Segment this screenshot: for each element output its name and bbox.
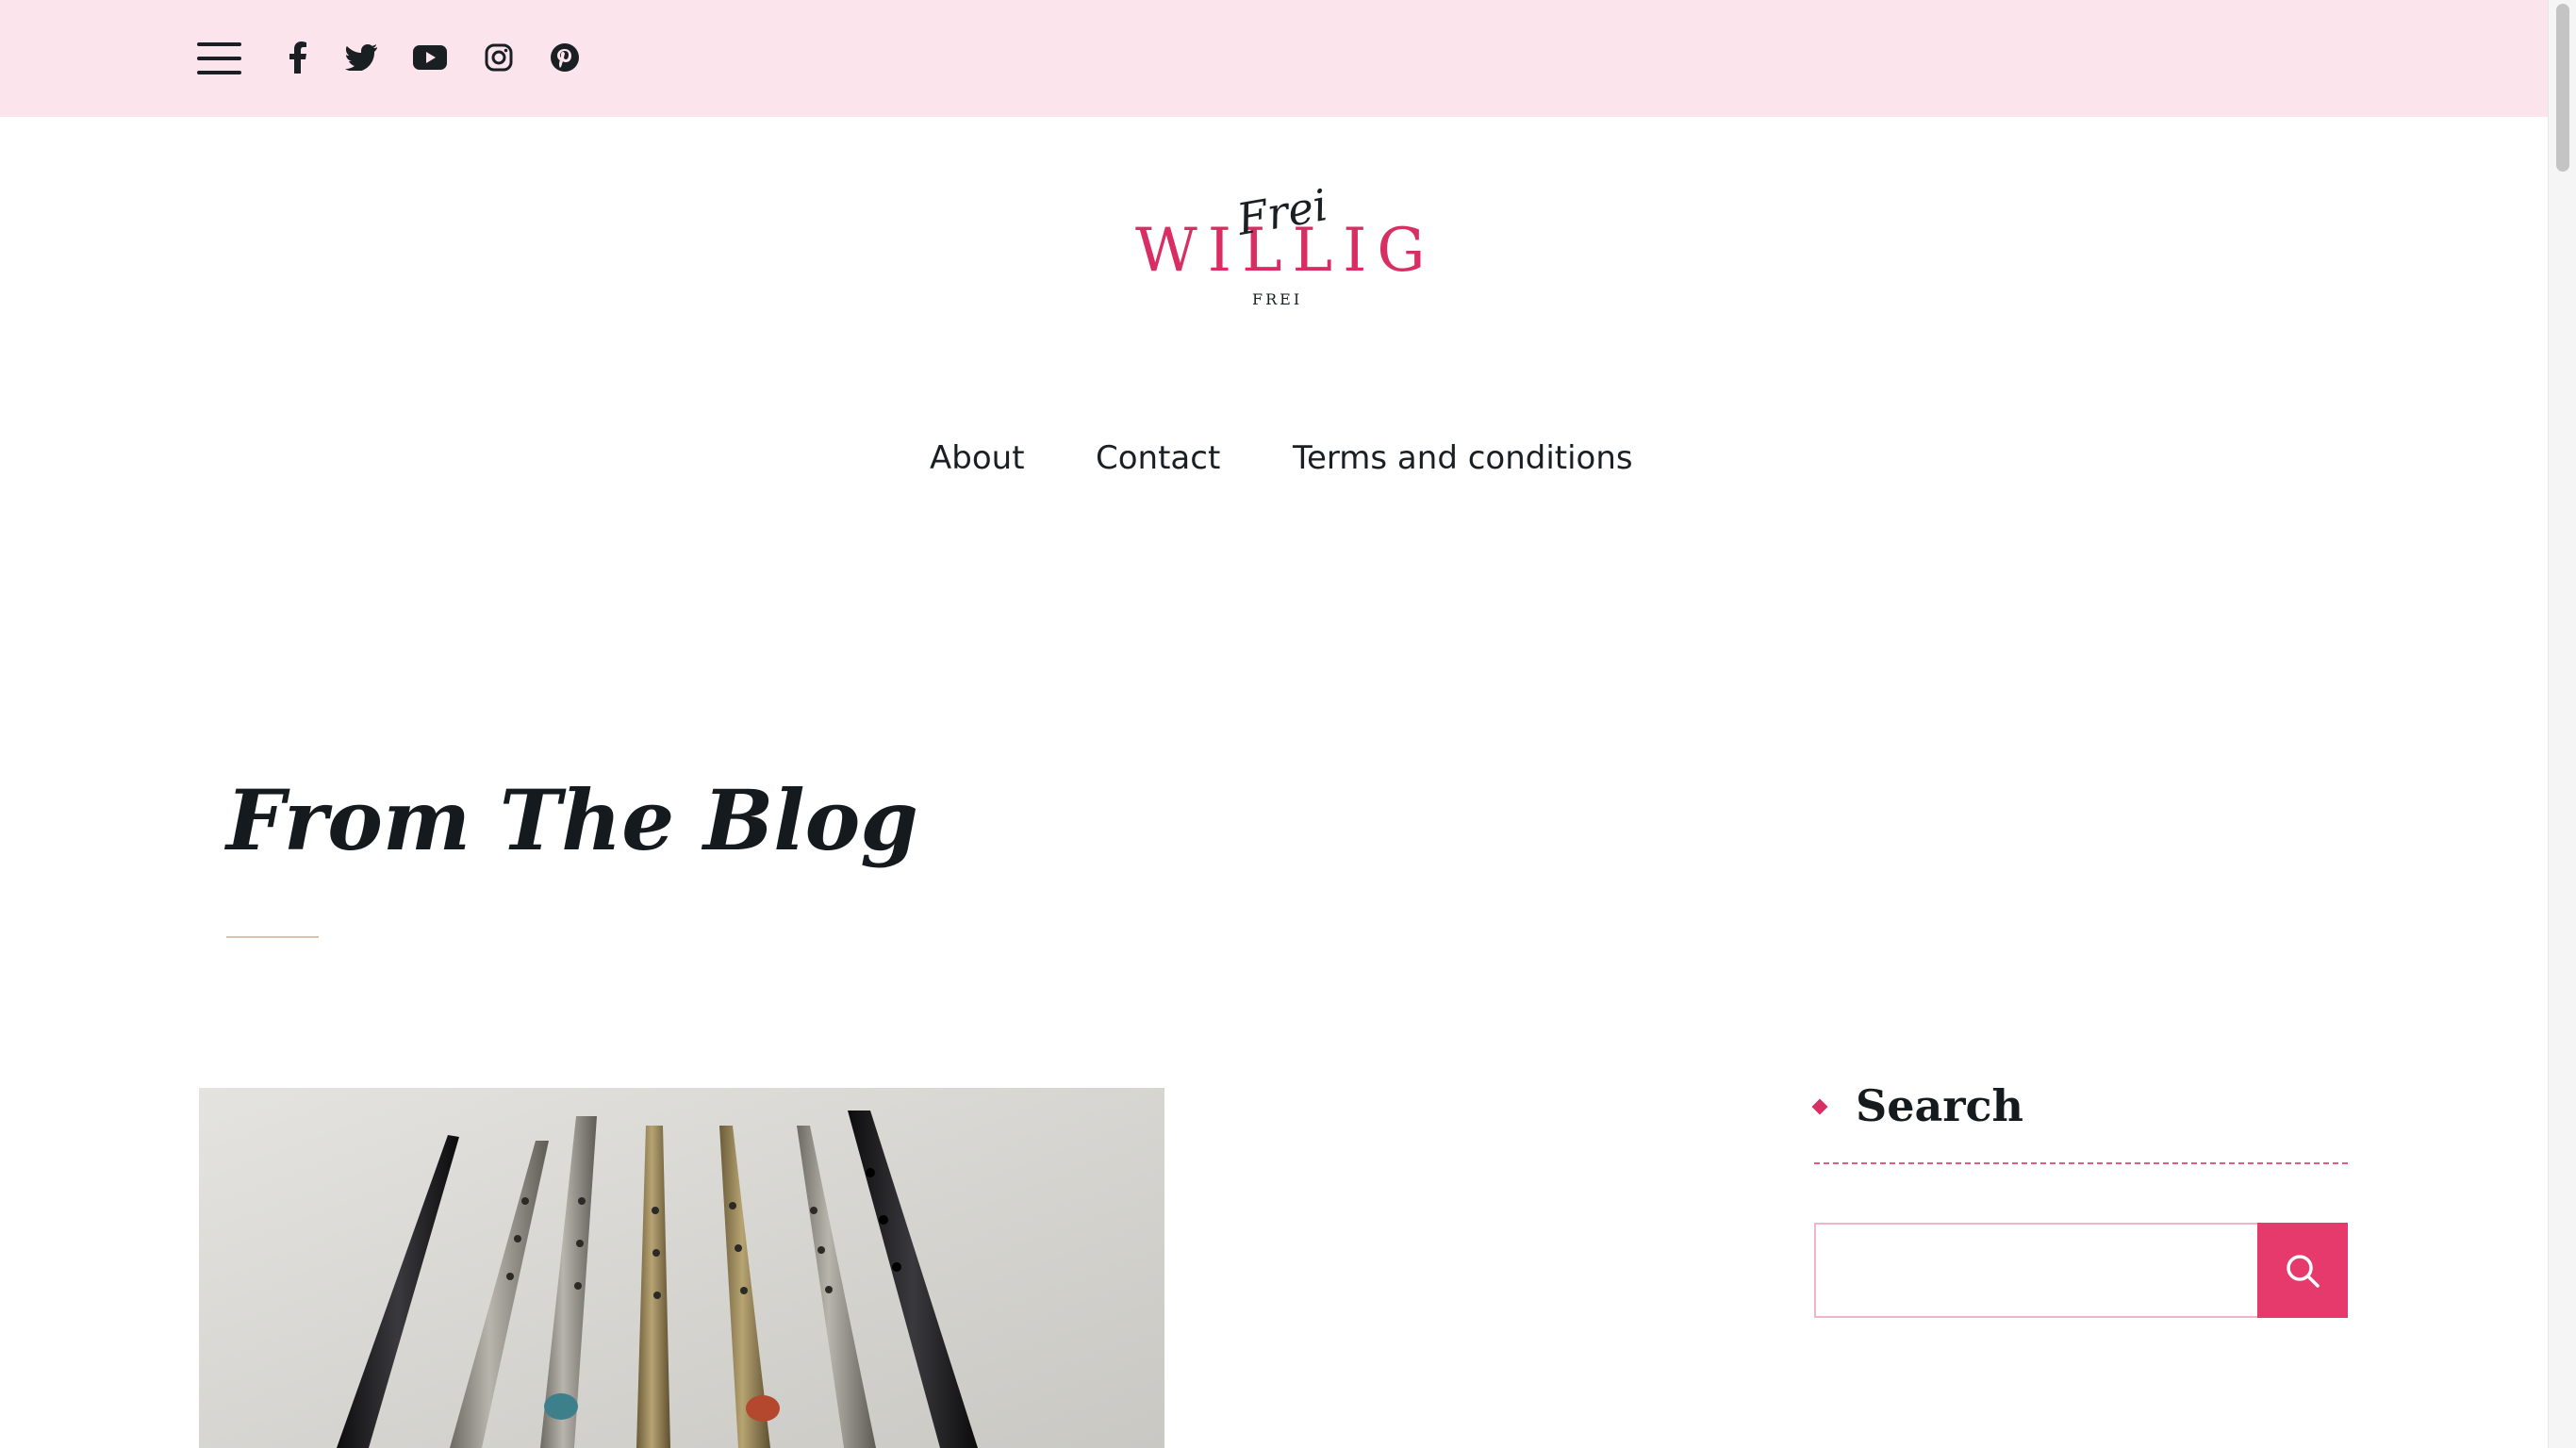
nav-item-contact[interactable]: Contact: [1096, 437, 1220, 479]
tin-whistles-photo: [199, 1088, 1164, 1448]
top-bar: [0, 0, 2548, 117]
main-nav: About Contact Terms and conditions: [0, 437, 2548, 485]
nav-item-about[interactable]: About: [930, 437, 1025, 479]
twitter-icon[interactable]: [341, 38, 381, 77]
instagram-icon[interactable]: [479, 38, 519, 77]
scrollbar[interactable]: [2548, 0, 2576, 1448]
nav-item-terms[interactable]: Terms and conditions: [1293, 437, 1633, 479]
youtube-icon[interactable]: [410, 38, 450, 77]
search-input[interactable]: [1814, 1223, 2259, 1318]
hamburger-menu-icon[interactable]: [197, 41, 241, 76]
facebook-icon[interactable]: [278, 38, 318, 77]
widget-divider: [1814, 1162, 2348, 1164]
search-widget-heading: Search: [1856, 1080, 2023, 1131]
search-widget-title: Search: [1811, 1080, 2023, 1132]
search-icon: [2287, 1254, 2320, 1288]
logo-subtitle: FREI: [1252, 290, 1303, 308]
search-button[interactable]: [2257, 1223, 2348, 1318]
page-title: From The Blog: [226, 771, 918, 869]
pinterest-icon[interactable]: [545, 38, 585, 77]
site-logo[interactable]: WILLIG Frei FREI: [1122, 179, 1425, 321]
diamond-bullet-icon: [1811, 1098, 1828, 1115]
scrollbar-thumb[interactable]: [2556, 4, 2569, 172]
post-featured-image[interactable]: [199, 1088, 1164, 1448]
title-divider: [226, 936, 319, 938]
